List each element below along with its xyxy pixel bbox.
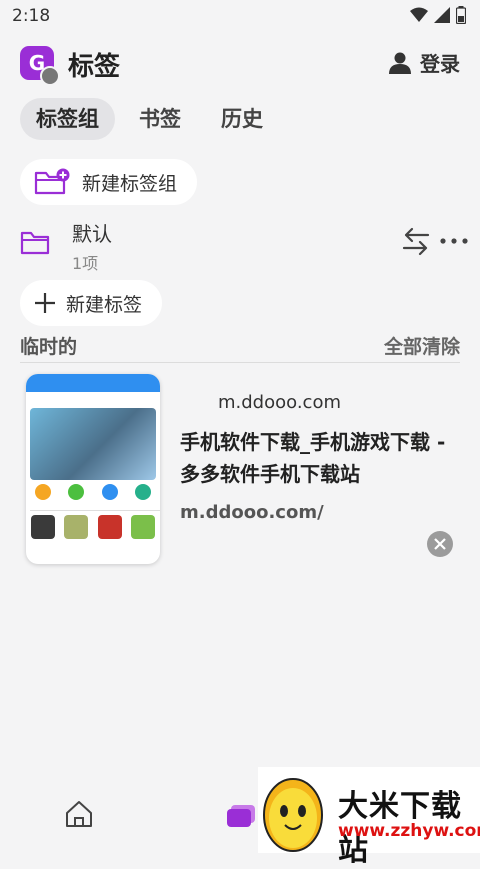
close-tab-button[interactable] <box>427 531 453 557</box>
switch-icon[interactable] <box>402 226 430 256</box>
clear-all-button[interactable]: 全部清除 <box>384 332 460 359</box>
header: G 标签 登录 <box>0 40 480 86</box>
page-thumbnail <box>26 374 160 564</box>
new-tab-group-button[interactable]: 新建标签组 <box>20 159 198 205</box>
status-bar: 2:18 <box>0 0 480 34</box>
tab-bar: 标签组 书签 历史 <box>20 98 279 140</box>
egg-mascot-logo <box>263 778 323 852</box>
signal-icon <box>434 7 450 23</box>
login-label: 登录 <box>420 52 460 76</box>
watermark: 大米下载站 www.zzhyw.com <box>258 767 480 868</box>
battery-icon <box>456 6 466 24</box>
plus-icon <box>35 293 55 313</box>
folder-icon <box>20 231 50 255</box>
tab-group-name: 默认 <box>72 222 112 246</box>
thumbnail-apps <box>26 515 160 539</box>
site-title: 手机软件下载_手机游戏下载 - 多多软件手机下载站 <box>180 430 446 486</box>
tab-history[interactable]: 历史 <box>205 98 279 140</box>
section-title: 临时的 <box>20 336 78 358</box>
new-tab-button[interactable]: 新建标签 <box>20 280 163 326</box>
site-url: m.ddooo.com/ <box>180 502 324 523</box>
more-options-icon[interactable] <box>440 238 468 244</box>
thumbnail-header <box>26 374 160 392</box>
thumbnail-nav <box>26 392 160 406</box>
chevron-down-icon <box>40 66 60 86</box>
tab-group-count: 1项 <box>72 254 99 273</box>
tab-bookmarks[interactable]: 书签 <box>123 98 197 140</box>
system-icons <box>410 6 466 24</box>
close-icon <box>434 538 446 550</box>
user-icon <box>389 52 411 74</box>
tab-card[interactable]: m.ddooo.com 手机软件下载_手机游戏下载 - 多多软件手机下载站 m.… <box>20 370 460 570</box>
new-tab-group-label: 新建标签组 <box>82 172 178 195</box>
folder-add-icon <box>34 168 70 195</box>
thumbnail-banner <box>30 408 156 480</box>
profile-logo[interactable]: G <box>20 46 60 86</box>
page-title: 标签 <box>68 52 121 82</box>
thumbnail-section-label <box>30 508 160 511</box>
tab-tab-groups[interactable]: 标签组 <box>20 98 115 140</box>
status-time: 2:18 <box>12 6 51 26</box>
thumbnail-icons <box>26 484 160 500</box>
wifi-icon <box>410 7 428 22</box>
tabs-icon[interactable] <box>226 804 256 828</box>
tab-group-row[interactable]: 默认 1项 <box>20 216 470 274</box>
temporary-section-header: 临时的 全部清除 <box>20 332 460 363</box>
login-button[interactable]: 登录 <box>388 48 460 77</box>
new-tab-label: 新建标签 <box>66 293 143 316</box>
home-icon[interactable] <box>64 800 94 828</box>
watermark-url: www.zzhyw.com <box>338 821 480 841</box>
site-host: m.ddooo.com <box>218 392 341 413</box>
